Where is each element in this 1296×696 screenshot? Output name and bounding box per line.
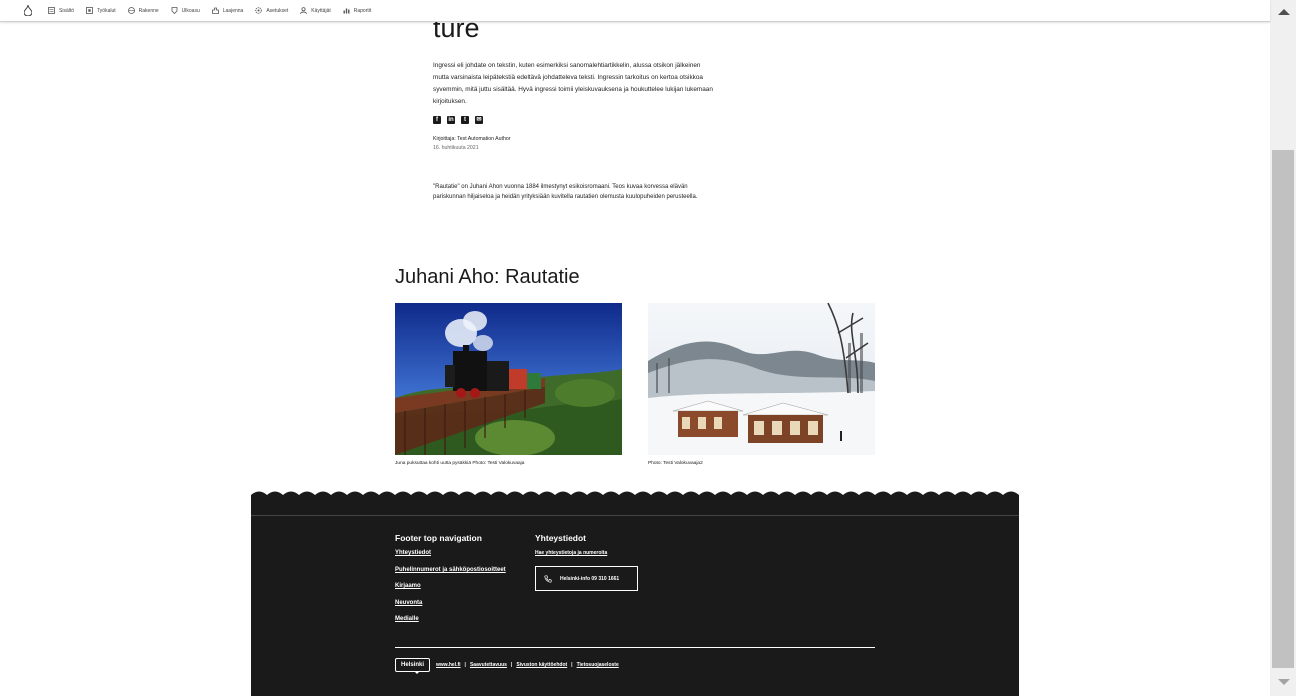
footer-bottom-link-helfi[interactable]: www.hel.fi xyxy=(436,662,461,668)
footer-bottom-links: www.hel.fi | Saavutettavuus | Sivuston k… xyxy=(436,662,619,668)
footer-bottom-link-accessibility[interactable]: Saavutettavuus xyxy=(470,662,507,668)
gallery-caption: Juna puksuttaa kohti uutta pysäkkiä Phot… xyxy=(395,461,525,466)
footer-contact-title: Yhteystiedot xyxy=(535,533,587,543)
toolbar-item-label: Laajenna xyxy=(222,7,244,14)
tools-icon xyxy=(86,7,93,14)
toolbar-item-label: Työkalut xyxy=(97,7,116,14)
admin-toolbar: Sisältö Työkalut Rakenne Ulkoasu Laajenn… xyxy=(0,0,1270,22)
extend-icon xyxy=(211,7,219,14)
phone-icon xyxy=(544,574,552,583)
toolbar-item-label: Sisältö xyxy=(59,7,75,14)
reports-icon xyxy=(343,8,350,14)
footer-link-phone-email[interactable]: Puhelinnumerot ja sähköpostiosoitteet xyxy=(395,567,506,573)
link-separator: | xyxy=(571,662,573,668)
footer-divider xyxy=(395,647,875,648)
footer-divider xyxy=(251,515,1019,516)
site-footer: Footer top navigation Yhteystiedot Puhel… xyxy=(251,495,1019,696)
toolbar-item-reports[interactable]: Raportit xyxy=(343,7,372,14)
toolbar-item-extend[interactable]: Laajenna xyxy=(211,7,244,14)
structure-icon xyxy=(127,7,135,14)
footer-bottom-link-terms[interactable]: Sivuston käyttöehdot xyxy=(516,662,567,668)
footer-link-kirjaamo[interactable]: Kirjaamo xyxy=(395,583,421,589)
scroll-down-arrow-icon[interactable] xyxy=(1278,679,1290,685)
article-body: "Rautatie" on Juhani Ahon vuonna 1884 il… xyxy=(433,184,698,200)
footer-link-neuvonta[interactable]: Neuvonta xyxy=(395,600,422,606)
toolbar-item-label: Rakenne xyxy=(138,7,159,14)
gallery-image-train[interactable] xyxy=(395,303,622,455)
footer-link-medialle[interactable]: Medialle xyxy=(395,616,419,622)
footer-phone-button[interactable]: Helsinki-info 09 310 1661 xyxy=(535,566,638,591)
toolbar-item-tools[interactable]: Työkalut xyxy=(86,7,116,14)
scrollbar-thumb[interactable] xyxy=(1272,150,1294,668)
appearance-icon xyxy=(171,7,178,14)
email-icon[interactable]: ✉ xyxy=(475,116,483,124)
toolbar-item-content[interactable]: Sisältö xyxy=(48,7,74,14)
toolbar-item-settings[interactable]: Asetukset xyxy=(255,7,288,14)
users-icon xyxy=(300,7,308,14)
toolbar-item-label: Käyttäjät xyxy=(311,7,331,14)
gallery-image-winter[interactable] xyxy=(648,303,875,455)
page-scrollbar[interactable] xyxy=(1270,0,1296,696)
helsinki-logo-tail xyxy=(414,671,420,674)
twitter-icon[interactable]: t xyxy=(461,116,469,124)
linkedin-icon[interactable]: in xyxy=(447,116,455,124)
footer-nav-title: Footer top navigation xyxy=(395,533,482,543)
link-separator: | xyxy=(464,662,466,668)
footer-link-yhteystiedot[interactable]: Yhteystiedot xyxy=(395,550,431,556)
link-separator: | xyxy=(510,662,513,668)
footer-bottom-link-privacy[interactable]: Tietosuojaseloste xyxy=(577,662,619,668)
gallery-title: Juhani Aho: Rautatie xyxy=(395,266,580,288)
scroll-up-arrow-icon[interactable] xyxy=(1278,9,1290,15)
toolbar-item-structure[interactable]: Rakenne xyxy=(127,7,159,14)
toolbar-item-label: Ulkoasu xyxy=(181,7,200,14)
article-lead: Ingressi eli johdate on tekstin, kuten e… xyxy=(433,62,713,105)
article-author: Kirjoittaja: Test Automation Author xyxy=(433,136,511,142)
footer-phone-label: Helsinki-info 09 310 1661 xyxy=(560,575,620,582)
article-date: 16. huhtikuuta 2021 xyxy=(433,145,479,151)
toolbar-item-appearance[interactable]: Ulkoasu xyxy=(171,7,200,14)
share-links: f in t ✉ xyxy=(433,116,489,124)
toolbar-item-label: Asetukset xyxy=(266,7,289,14)
gallery-caption: Photo: Testi Valokuvaaja2 xyxy=(648,461,703,466)
content-icon xyxy=(48,7,55,14)
toolbar-item-label: Raportit xyxy=(353,7,372,14)
footer-contact-search-link[interactable]: Hae yhteystietoja ja numeroita xyxy=(535,550,607,556)
facebook-icon[interactable]: f xyxy=(433,116,441,124)
drupal-logo-icon[interactable] xyxy=(24,5,34,17)
settings-icon xyxy=(255,7,263,14)
toolbar-item-users[interactable]: Käyttäjät xyxy=(300,7,331,14)
helsinki-logo[interactable]: Helsinki xyxy=(395,658,430,672)
